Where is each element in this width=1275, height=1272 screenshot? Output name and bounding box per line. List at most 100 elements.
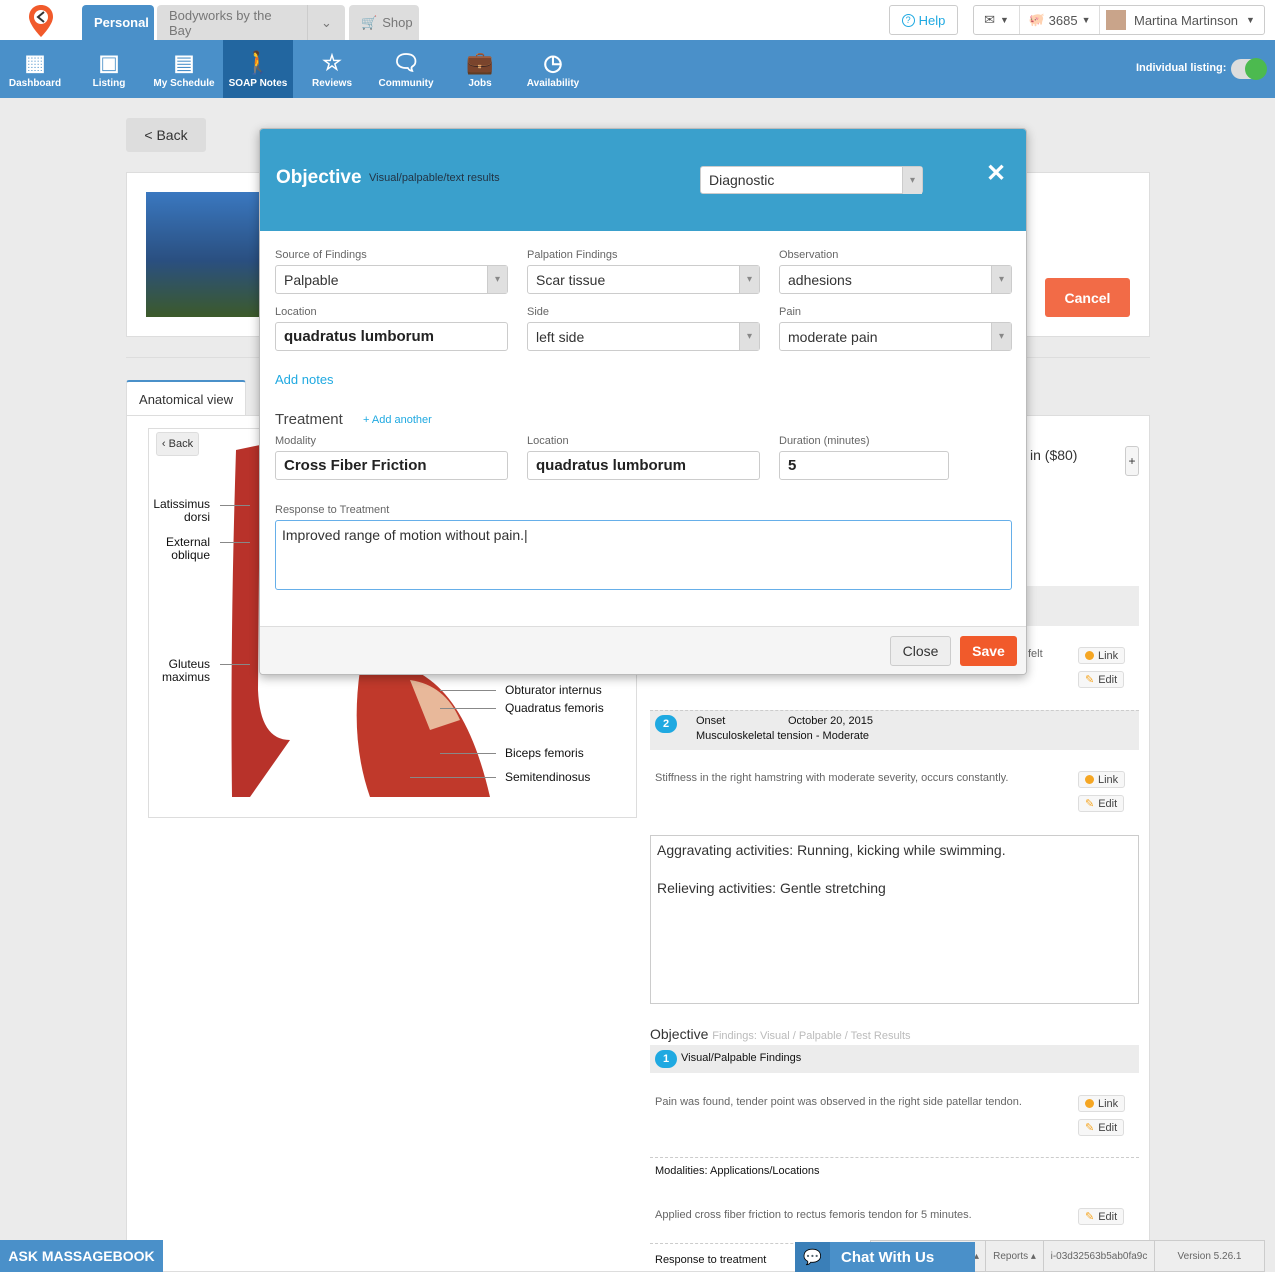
observation-select[interactable]: adhesions (779, 265, 1012, 294)
objective-modal: Objective Visual/palpable/text results D… (259, 128, 1027, 675)
tab-personal[interactable]: Personal (82, 5, 154, 40)
pain-select[interactable]: moderate pain (779, 322, 1012, 351)
treatment-heading: Treatment (275, 411, 343, 428)
label-gluteus-maximus: Gluteus maximus (161, 657, 210, 684)
observation-label: Observation (779, 249, 839, 261)
reports-menu[interactable]: Reports ▴ (986, 1241, 1044, 1271)
pencil-icon: ✎ (1085, 674, 1095, 686)
nav-my-schedule[interactable]: ▤ My Schedule (148, 40, 220, 98)
star-icon: ☆ (322, 50, 342, 75)
side-select[interactable]: left side (527, 322, 760, 351)
objective-heading: Objective Findings: Visual / Palpable / … (650, 1026, 911, 1042)
palpation-label: Palpation Findings (527, 249, 618, 261)
label-external-oblique: External oblique (165, 535, 210, 562)
response-textarea[interactable]: Improved range of motion without pain.| (275, 520, 1012, 590)
source-label: Source of Findings (275, 249, 367, 261)
chevron-down-icon[interactable]: ⌄ (307, 5, 345, 40)
treatment-location-input[interactable]: quadratus lumborum (527, 451, 760, 480)
nav-soap-notes[interactable]: 🚶 SOAP Notes (223, 40, 293, 98)
modal-title: Objective (276, 167, 362, 188)
help-button[interactable]: ? Help (889, 5, 958, 35)
link-button[interactable]: Link (1078, 771, 1126, 788)
clock-icon: ◷ (543, 50, 563, 75)
objective-item-title: Visual/Palpable Findings (681, 1052, 802, 1064)
dashboard-icon: ▦ (24, 50, 46, 75)
onset-date: October 20, 2015 (788, 715, 874, 727)
label-semitendinosus: Semitendinosus (505, 770, 591, 784)
nav-reviews[interactable]: ☆ Reviews (302, 40, 362, 98)
link-button[interactable]: Link (1078, 1095, 1126, 1112)
item-number: 2 (655, 715, 677, 733)
aggravating-text: Aggravating activities: Running, kicking… (657, 842, 1006, 858)
palpation-select[interactable]: Scar tissue (527, 265, 760, 294)
logo-icon[interactable] (29, 5, 53, 37)
label-biceps-femoris: Biceps femoris (505, 746, 584, 760)
item-text-fragment: felt (1028, 648, 1043, 660)
modalities-title: Modalities: Applications/Locations (655, 1165, 820, 1177)
modality-input[interactable]: Cross Fiber Friction (275, 451, 508, 480)
dot-icon (1085, 651, 1094, 660)
edit-button[interactable]: ✎ Edit (1078, 671, 1125, 688)
close-icon[interactable]: ✕ (986, 159, 1006, 188)
back-button[interactable]: < Back (126, 118, 206, 152)
onset-label: Onset (696, 715, 726, 727)
label-quadratus-femoris: Quadratus femoris (505, 701, 604, 715)
listing-icon: ▣ (98, 50, 120, 75)
cart-icon: 🛒 (361, 14, 378, 30)
chat-bubbles-icon: 🗨 (392, 50, 420, 75)
response-label: Response to Treatment (275, 504, 390, 516)
location-label: Location (275, 306, 317, 318)
envelope-icon: ✉ (984, 12, 995, 27)
duration-input[interactable]: 5 (779, 451, 949, 480)
response-title: Response to treatment (655, 1254, 767, 1266)
edit-button[interactable]: ✎ Edit (1078, 1208, 1125, 1225)
nav-listing[interactable]: ▣ Listing (76, 40, 142, 98)
points-value: 3685 (1048, 12, 1078, 28)
pencil-icon: ✎ (1085, 798, 1095, 810)
pencil-icon: ✎ (1085, 1122, 1095, 1134)
edit-button[interactable]: ✎ Edit (1078, 795, 1125, 812)
instance-id: i-03d32563b5ab0fa9c (1044, 1241, 1155, 1271)
modality-label: Modality (275, 435, 316, 447)
add-another-link[interactable]: + Add another (363, 414, 432, 426)
tab-anatomical-view[interactable]: Anatomical view (126, 380, 246, 416)
chat-bubble-icon: 💬 (795, 1242, 830, 1272)
add-button[interactable]: + (1125, 446, 1139, 476)
link-button[interactable]: Link (1078, 647, 1126, 664)
add-notes-link[interactable]: Add notes (275, 372, 334, 387)
source-select[interactable]: Palpable (275, 265, 508, 294)
tab-shop[interactable]: 🛒 Shop (349, 5, 419, 40)
nav-jobs[interactable]: 💼 Jobs (455, 40, 505, 98)
messages-button[interactable]: ✉ ▼ (974, 6, 1020, 34)
points-button[interactable]: 🐖 3685 ▼ (1020, 6, 1100, 34)
question-icon: ? (901, 13, 915, 27)
edit-button[interactable]: ✎ Edit (1078, 1119, 1125, 1136)
calendar-icon: ▤ (173, 50, 195, 75)
avatar (1106, 10, 1126, 30)
relieving-text: Relieving activities: Gentle stretching (657, 880, 886, 896)
cancel-button[interactable]: Cancel (1045, 278, 1130, 317)
individual-listing-toggle[interactable] (1231, 58, 1267, 80)
help-label: Help (918, 12, 946, 28)
nav-dashboard[interactable]: ▦ Dashboard (0, 40, 70, 98)
type-select[interactable]: Diagnostic (700, 166, 923, 194)
user-name: Martina Martinson (1134, 12, 1239, 28)
dot-icon (1085, 1099, 1094, 1108)
close-button[interactable]: Close (890, 636, 951, 666)
anatomy-back-button[interactable]: ‹ Back (156, 432, 199, 456)
ask-massagebook-button[interactable]: ASK MASSAGEBOOK (0, 1240, 163, 1272)
nav-availability[interactable]: ◷ Availability (522, 40, 584, 98)
location-input[interactable]: quadratus lumborum (275, 322, 508, 351)
version: Version 5.26.1 (1177, 1250, 1242, 1262)
pain-label: Pain (779, 306, 802, 318)
listing-label: Individual listing: (1136, 62, 1227, 74)
dot-icon (1085, 775, 1094, 784)
briefcase-icon: 💼 (466, 50, 494, 75)
side-label: Side (527, 306, 550, 318)
tab-business[interactable]: Bodyworks by the Bay (157, 5, 307, 40)
save-button[interactable]: Save (960, 636, 1017, 666)
nav-community[interactable]: 🗨 Community (372, 40, 440, 98)
chat-with-us-button[interactable]: 💬 Chat With Us (795, 1242, 975, 1272)
user-menu[interactable]: Martina Martinson ▼ (1100, 6, 1264, 34)
activities-textarea[interactable]: Aggravating activities: Running, kicking… (650, 835, 1139, 1004)
